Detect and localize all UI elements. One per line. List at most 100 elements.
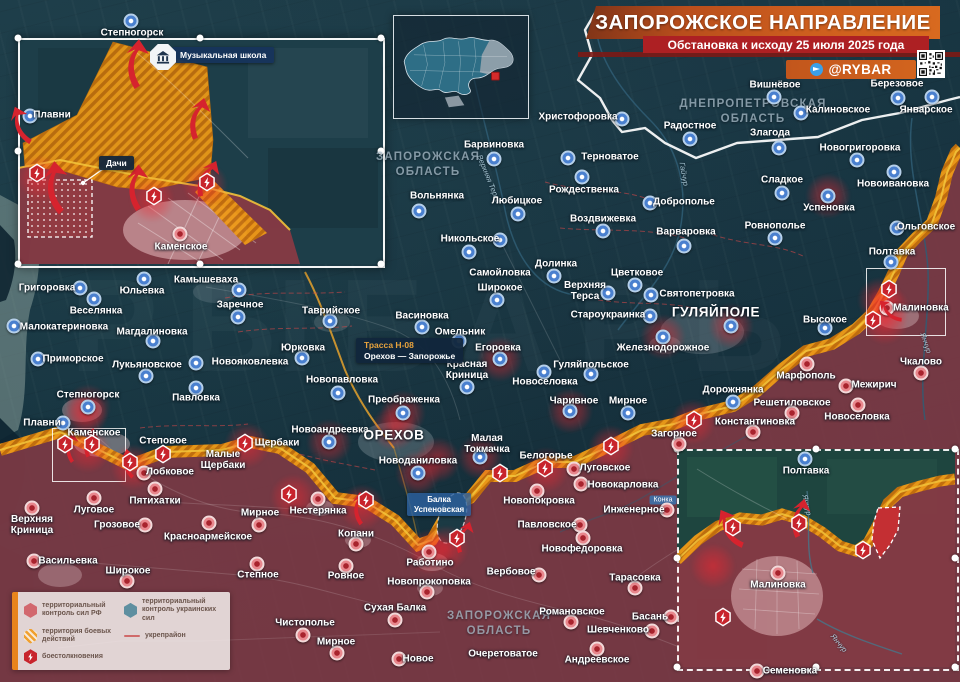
inset-frame-dot — [378, 35, 385, 42]
ru-settlement-pin — [202, 516, 217, 531]
ua-settlement-pin — [511, 207, 526, 222]
settlement-label: ОРЕХОВ — [363, 427, 424, 442]
map-subtitle: Обстановка к исходу 25 июля 2025 года — [643, 36, 929, 53]
settlement-label: Сухая Балка — [364, 602, 426, 613]
settlement-label: Грозовое — [94, 519, 140, 530]
inset-frame-dot — [674, 555, 681, 562]
inset-frame-dot — [197, 261, 204, 268]
settlement-label: Чкалово — [900, 356, 942, 367]
settlement-label: Злагода — [750, 127, 790, 138]
ua-settlement-pin — [575, 170, 590, 185]
settlement-label: Приморское — [42, 353, 103, 364]
settlement-label: Семеновка — [763, 665, 817, 676]
settlement-label: Святопетровка — [659, 288, 734, 299]
ua-settlement-pin — [772, 141, 787, 156]
settlement-label: Копани — [338, 528, 374, 539]
settlement-label: Малокатериновка — [20, 321, 109, 332]
settlement-label: Ровное — [328, 570, 364, 581]
settlement-label: Верхняя Терса — [564, 280, 606, 302]
legend-clash-swatch — [24, 649, 37, 664]
ru-settlement-pin — [148, 482, 163, 497]
legend-ru-control-label: территориальный контроль сил РФ — [42, 602, 124, 619]
ua-settlement-pin — [412, 204, 427, 219]
ua-settlement-pin — [891, 91, 906, 106]
settlement-label: Лукьяновское — [112, 359, 182, 370]
settlement-label: Мирное — [317, 636, 355, 647]
attack-arrow-icon — [183, 96, 216, 143]
inset-frame-dot — [378, 261, 385, 268]
settlement-label: Романовское — [539, 606, 604, 617]
qr-code — [917, 50, 945, 78]
inset-frame-dot — [952, 555, 959, 562]
ru-settlement-pin — [800, 357, 815, 372]
settlement-label: Полтавка — [869, 246, 916, 257]
settlement-label: Успеновка — [803, 202, 855, 213]
settlement-label: Староукраинка — [571, 309, 646, 320]
settlement-label: Егоровка — [475, 342, 521, 353]
ua-settlement-pin — [137, 272, 152, 287]
region-label: ЗАПОРОЖСКАЯ ОБЛАСТЬ — [447, 609, 551, 639]
settlement-label: Плавни — [23, 417, 60, 428]
settlement-label: Новоданиловка — [379, 455, 457, 466]
legend-clash-label: боестолкновения — [42, 653, 103, 661]
inset-frame-dot — [674, 664, 681, 671]
settlement-label: Вишнёвое — [750, 79, 801, 90]
settlement-label: Терноватое — [581, 151, 638, 162]
settlement-label: Загорное — [651, 428, 697, 439]
rybar-channel-banner[interactable]: @RYBAR — [786, 60, 916, 79]
settlement-label: Новофедоровка — [541, 543, 622, 554]
settlement-label: Луговое — [74, 504, 114, 515]
inset-malinovka-map — [677, 449, 955, 667]
settlement-label: Самойловка — [469, 267, 530, 278]
ru-settlement-pin — [914, 366, 929, 381]
settlement-label: Дорожнянка — [702, 384, 763, 395]
ua-settlement-pin — [460, 380, 475, 395]
ua-settlement-pin — [81, 400, 96, 415]
settlement-label: Барвиновка — [464, 139, 524, 150]
settlement-label: Васиновка — [395, 310, 448, 321]
settlement-label: Широкое — [106, 565, 151, 576]
ua-settlement-pin — [821, 189, 836, 204]
ru-settlement-pin — [771, 566, 786, 581]
settlement-label: Сладкое — [761, 174, 803, 185]
settlement-label: Христофоровка — [538, 111, 617, 122]
settlement-label: Цветковое — [611, 267, 663, 278]
settlement-label: Малиновка — [893, 302, 948, 313]
settlement-label: Ровнополье — [745, 220, 806, 231]
settlement-label: Радостное — [664, 120, 717, 131]
settlement-label: Андреевское — [565, 654, 630, 665]
settlement-label: Красноармейское — [164, 531, 252, 542]
ua-settlement-pin — [775, 186, 790, 201]
settlement-label: Шевченково — [587, 624, 649, 635]
settlement-label: Мирное — [609, 395, 647, 406]
settlement-label: Новокарловка — [588, 479, 659, 490]
ua-settlement-pin — [621, 406, 636, 421]
settlement-label: Степногорск — [57, 389, 120, 400]
settlement-label: Верхняя Криница — [11, 514, 53, 536]
ru-settlement-pin — [851, 398, 866, 413]
inset-frame-dot — [952, 664, 959, 671]
settlement-label: Новое — [402, 653, 433, 664]
ru-settlement-pin — [388, 613, 403, 628]
settlement-label: Каменское — [155, 241, 208, 252]
settlement-label: Щербаки — [255, 437, 300, 448]
settlement-label: Луговское — [580, 462, 631, 473]
ua-settlement-pin — [331, 386, 346, 401]
settlement-label: Мирное — [241, 507, 279, 518]
settlement-label: Новогригоровка — [820, 142, 901, 153]
ua-settlement-pin — [231, 310, 246, 325]
ua-settlement-pin — [767, 90, 782, 105]
settlement-label: Чаривное — [550, 395, 599, 406]
highway-callout: Трасса Н-08 Орехов — Запорожье — [356, 338, 463, 363]
settlement-label: Григоровка — [19, 282, 76, 293]
ru-settlement-pin — [296, 628, 311, 643]
map-title: ЗАПОРОЖСКОЕ НАПРАВЛЕНИЕ — [586, 6, 940, 39]
attack-arrow-icon — [121, 163, 157, 214]
ua-settlement-pin — [925, 90, 940, 105]
inset-frame-dot — [197, 35, 204, 42]
settlement-label: Камышеваха — [174, 274, 238, 285]
settlement-label: Гуляйпольское — [553, 359, 629, 370]
settlement-label: ГУЛЯЙПОЛЕ — [672, 304, 760, 319]
settlement-label: Новоселовка — [512, 376, 578, 387]
ua-settlement-pin — [628, 278, 643, 293]
